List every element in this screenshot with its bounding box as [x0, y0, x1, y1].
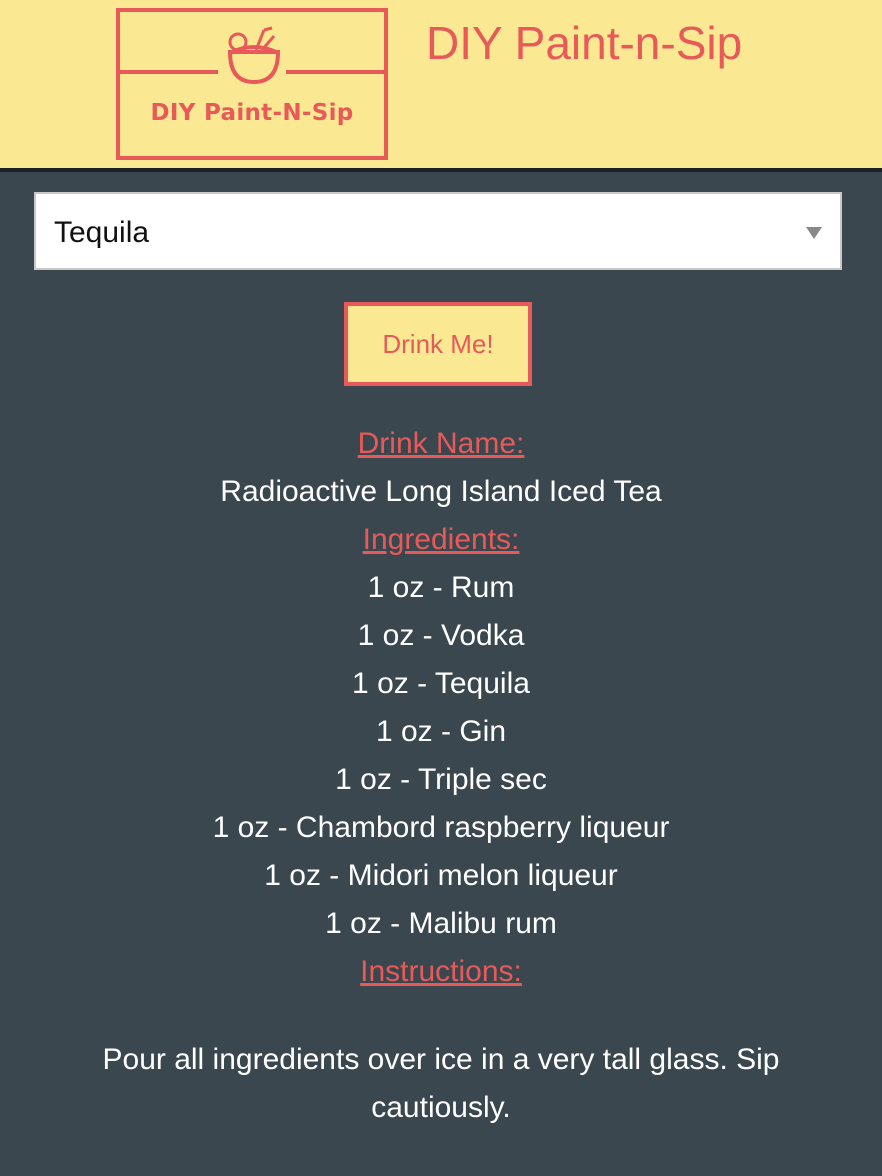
site-logo[interactable]: DIY Paint-N-Sip	[116, 8, 388, 160]
ingredients-heading: Ingredients:	[362, 523, 520, 556]
ingredient-item: 1 oz - Malibu rum	[325, 907, 557, 940]
ingredient-item: 1 oz - Midori melon liqueur	[264, 859, 618, 892]
drink-me-button[interactable]: Drink Me!	[344, 302, 532, 386]
ingredient-item: 1 oz - Gin	[375, 715, 507, 748]
ingredient-item: 1 oz - Vodka	[357, 619, 525, 652]
ingredient-item: 1 oz - Rum	[367, 571, 515, 604]
drink-name-heading: Drink Name:	[357, 427, 525, 460]
site-title: DIY Paint-n-Sip	[426, 17, 743, 69]
drink-details: Drink Name: Radioactive Long Island Iced…	[0, 420, 882, 1132]
ingredient-item: 1 oz - Triple sec	[335, 763, 547, 796]
drink-name: Radioactive Long Island Iced Tea	[220, 475, 662, 508]
ingredient-item: 1 oz - Tequila	[352, 667, 530, 700]
instructions-text: Pour all ingredients over ice in a very …	[102, 1043, 780, 1124]
ingredient-item: 1 oz - Chambord raspberry liqueur	[212, 811, 670, 844]
liquor-select[interactable]: Tequila	[34, 192, 842, 270]
instructions-heading: Instructions:	[360, 955, 522, 988]
liquor-select-value: Tequila	[54, 216, 150, 249]
logo-text: DIY Paint-N-Sip	[150, 100, 354, 126]
site-header: DIY Paint-N-Sip DIY Paint-n-Sip	[0, 0, 882, 172]
coconut-drink-icon	[120, 26, 384, 85]
dropdown-arrow-icon	[806, 227, 822, 239]
